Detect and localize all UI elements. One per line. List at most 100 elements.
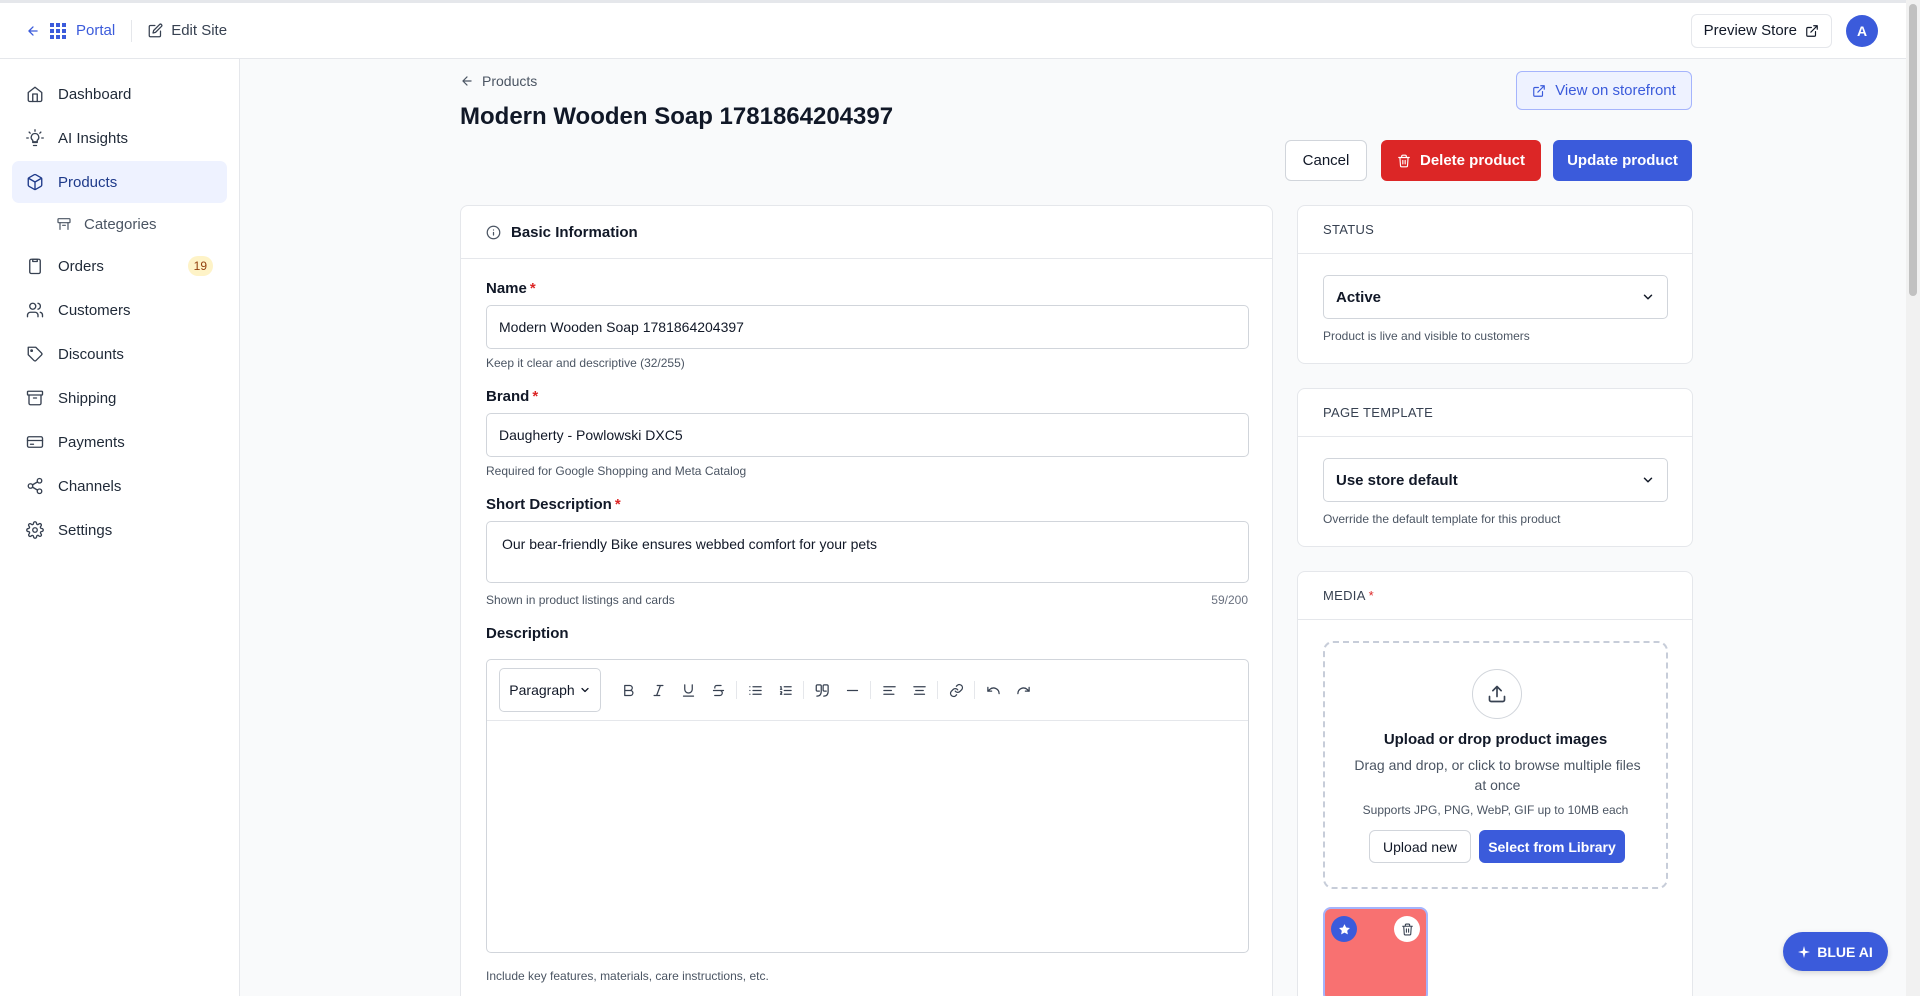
select-from-library-button[interactable]: Select from Library (1479, 830, 1625, 863)
quote-icon[interactable] (807, 675, 837, 705)
arrow-left-icon (26, 24, 40, 38)
external-link-icon (1805, 24, 1819, 38)
edit-site-label: Edit Site (171, 22, 228, 39)
italic-icon[interactable] (643, 675, 673, 705)
media-heading: MEDIA * (1298, 572, 1692, 620)
dropzone-title: Upload or drop product images (1383, 731, 1608, 748)
scrollbar[interactable] (1906, 0, 1920, 996)
paragraph-style-select[interactable]: Paragraph (499, 668, 601, 712)
sidebar-item-shipping[interactable]: Shipping (12, 377, 227, 419)
description-label: Description (486, 625, 569, 642)
chevron-down-icon (1641, 473, 1655, 487)
tag-folder-icon (56, 216, 72, 232)
dropzone-subtitle: Drag and drop, or click to browse multip… (1354, 757, 1641, 793)
blue-ai-label: BLUE AI (1817, 943, 1873, 960)
cancel-button[interactable]: Cancel (1285, 140, 1367, 181)
sidebar-item-dashboard[interactable]: Dashboard (12, 73, 227, 115)
scrollbar-thumb[interactable] (1909, 4, 1917, 296)
numbered-list-icon[interactable] (770, 675, 800, 705)
preview-store-label: Preview Store (1703, 22, 1797, 39)
users-icon (26, 301, 44, 319)
link-icon[interactable] (941, 675, 971, 705)
sidebar-item-payments[interactable]: Payments (12, 421, 227, 463)
bullet-list-icon[interactable] (740, 675, 770, 705)
chevron-down-icon (1641, 290, 1655, 304)
product-image-thumbnail[interactable] (1323, 907, 1428, 996)
sidebar-item-settings[interactable]: Settings (12, 509, 227, 551)
delete-product-button[interactable]: Delete product (1381, 140, 1541, 181)
edit-icon (148, 23, 163, 38)
info-icon (486, 225, 501, 240)
name-input[interactable]: Modern Wooden Soap 1781864204397 (486, 305, 1249, 349)
status-select[interactable]: Active (1323, 275, 1668, 319)
trash-icon[interactable] (1394, 916, 1420, 942)
toolbar-divider (803, 681, 804, 699)
page-template-heading: PAGE TEMPLATE (1298, 389, 1692, 437)
short-description-help: Shown in product listings and cards (486, 593, 675, 607)
sidebar-item-products[interactable]: Products (12, 161, 227, 203)
view-on-storefront-label: View on storefront (1555, 82, 1676, 99)
sidebar-item-label: Channels (58, 477, 122, 495)
align-left-icon[interactable] (874, 675, 904, 705)
grid-icon (50, 22, 66, 39)
portal-link[interactable]: Portal (26, 22, 115, 39)
sidebar-item-orders[interactable]: Orders 19 (12, 245, 227, 287)
underline-icon[interactable] (673, 675, 703, 705)
paragraph-style-value: Paragraph (509, 682, 575, 698)
update-product-button[interactable]: Update product (1553, 140, 1692, 181)
top-bar: Portal Edit Site Preview Store A (0, 0, 1906, 59)
sidebar-item-customers[interactable]: Customers (12, 289, 227, 331)
horizontal-rule-icon[interactable] (837, 675, 867, 705)
preview-store-button[interactable]: Preview Store (1690, 13, 1832, 48)
sidebar-item-label: AI Insights (58, 129, 129, 147)
redo-icon[interactable] (1008, 675, 1038, 705)
orders-count-badge: 19 (187, 256, 213, 276)
bold-icon[interactable] (613, 675, 643, 705)
required-marker: * (614, 496, 621, 513)
toolbar-divider (736, 681, 737, 699)
media-card: MEDIA * Upload or drop product images Dra… (1297, 571, 1693, 996)
sidebar-item-label: Categories (84, 215, 157, 233)
divider (131, 19, 133, 42)
align-center-icon[interactable] (904, 675, 934, 705)
star-icon[interactable] (1331, 916, 1357, 942)
breadcrumb[interactable]: Products (460, 73, 537, 89)
name-label: Name * (486, 280, 536, 297)
sparkle-icon (1798, 945, 1811, 958)
description-editor: Paragraph (486, 659, 1249, 953)
undo-icon[interactable] (978, 675, 1008, 705)
toolbar-divider (974, 681, 975, 699)
required-marker: * (529, 280, 536, 297)
page-template-card: PAGE TEMPLATE Use store default Override… (1297, 388, 1693, 547)
page-template-help: Override the default template for this p… (1323, 512, 1561, 526)
view-on-storefront-button[interactable]: View on storefront (1516, 71, 1692, 110)
sidebar-item-label: Orders (58, 257, 104, 275)
sidebar-item-discounts[interactable]: Discounts (12, 333, 227, 375)
required-marker: * (1368, 588, 1375, 603)
sidebar-item-label: Discounts (58, 345, 124, 363)
gear-icon (26, 521, 44, 539)
short-description-textarea[interactable]: Our bear-friendly Bike ensures webbed co… (486, 521, 1249, 583)
sidebar-item-categories[interactable]: Categories (12, 205, 227, 243)
main-content: Products Modern Wooden Soap 178186420439… (240, 59, 1906, 996)
card-header: Basic Information (461, 206, 1272, 259)
sidebar-item-label: Dashboard (58, 85, 132, 103)
sidebar: Dashboard AI Insights Products Categorie… (0, 59, 240, 996)
upload-new-button[interactable]: Upload new (1369, 830, 1471, 863)
edit-site-link[interactable]: Edit Site (148, 22, 227, 39)
description-content-area[interactable] (487, 721, 1248, 952)
short-description-label-text: Short Description (486, 496, 612, 513)
toolbar-divider (870, 681, 871, 699)
name-help: Keep it clear and descriptive (32/255) (486, 356, 685, 370)
image-dropzone[interactable]: Upload or drop product images Drag and d… (1323, 641, 1668, 889)
portal-label: Portal (76, 22, 116, 39)
sidebar-item-ai-insights[interactable]: AI Insights (12, 117, 227, 159)
editor-toolbar: Paragraph (487, 660, 1248, 721)
sidebar-item-channels[interactable]: Channels (12, 465, 227, 507)
avatar[interactable]: A (1846, 14, 1878, 47)
brand-label: Brand * (486, 388, 538, 405)
page-template-select[interactable]: Use store default (1323, 458, 1668, 502)
strikethrough-icon[interactable] (703, 675, 733, 705)
blue-ai-button[interactable]: BLUE AI (1783, 932, 1888, 971)
brand-input[interactable]: Daugherty - Powlowski DXC5 (486, 413, 1249, 457)
